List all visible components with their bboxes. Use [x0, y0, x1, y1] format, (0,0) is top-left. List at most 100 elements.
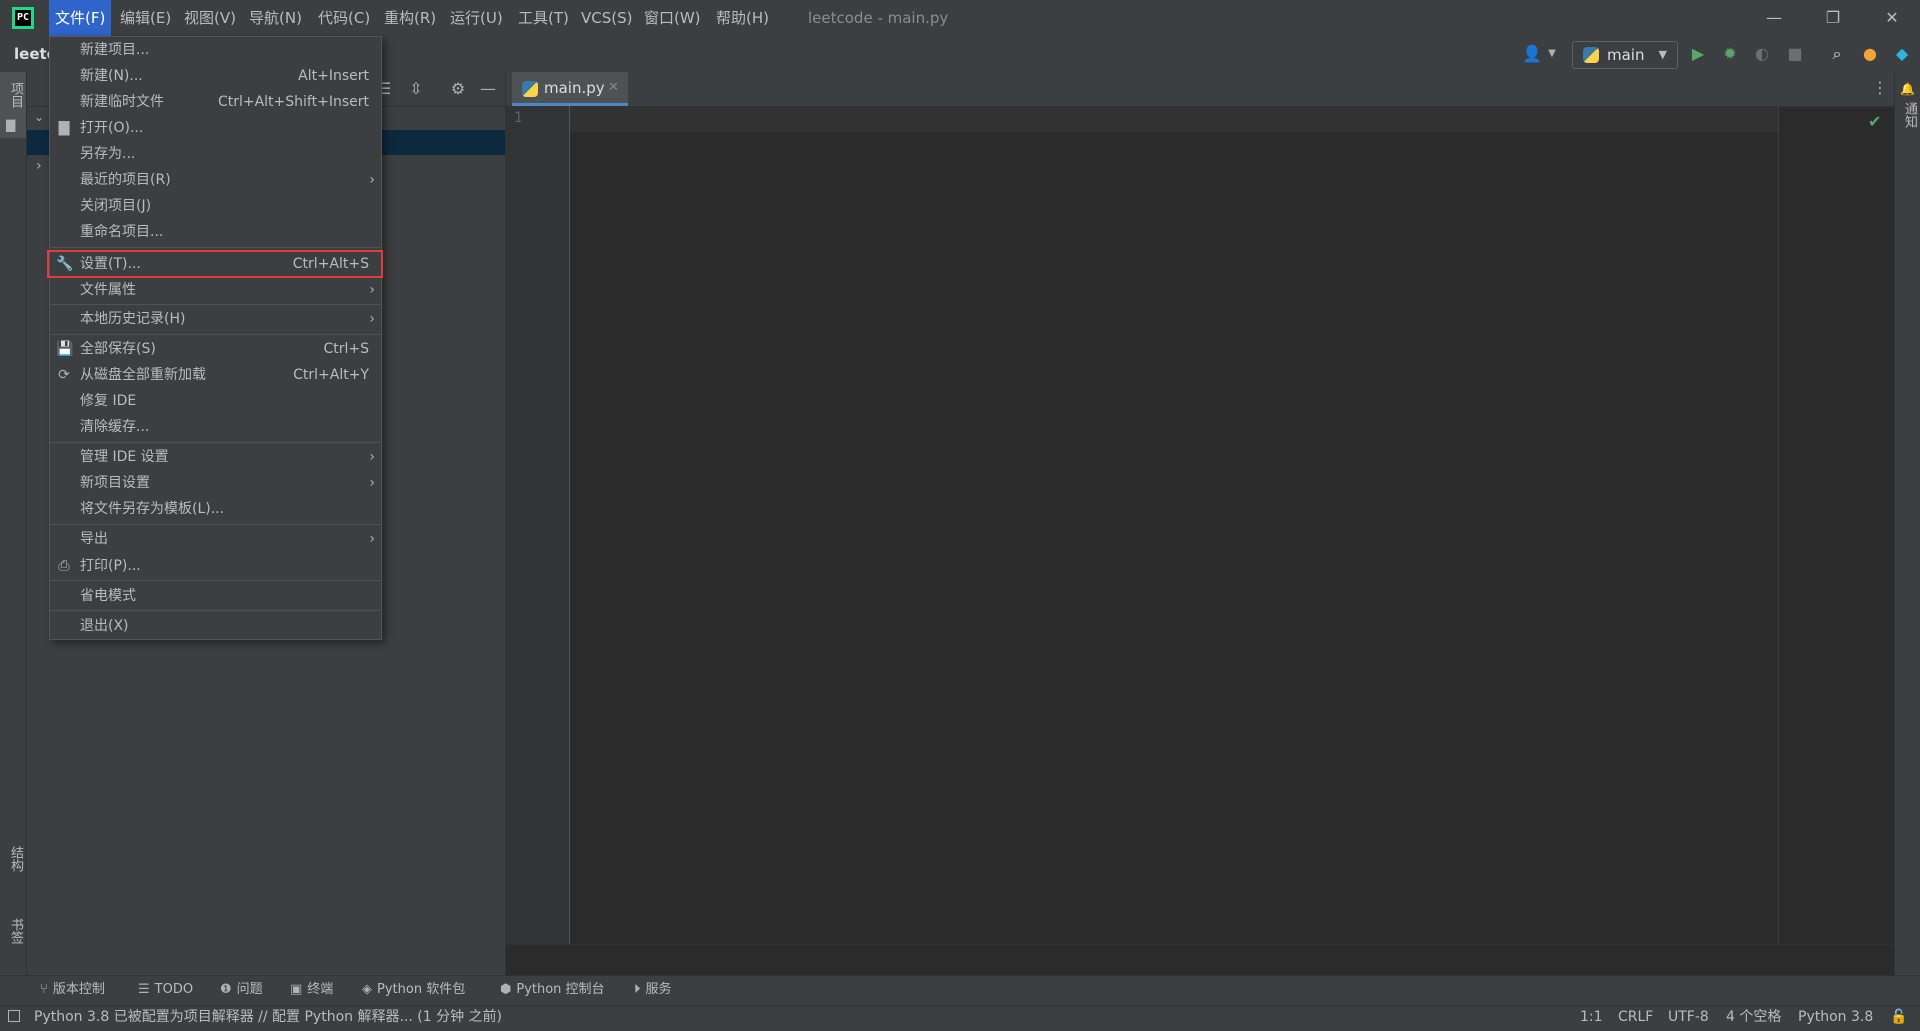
run-config-label: main	[1607, 46, 1645, 64]
folder-icon: ▇	[58, 120, 70, 136]
line-separator[interactable]: CRLF	[1618, 1005, 1653, 1030]
search-icon[interactable]: ⌕	[1825, 42, 1849, 66]
close-tab-icon[interactable]: ✕	[608, 72, 619, 104]
chevron-down-icon[interactable]: ⌄	[34, 110, 44, 124]
chevron-right-icon: ›	[369, 531, 375, 547]
file-menu-save-as-template[interactable]: 将文件另存为模板(L)...	[50, 496, 381, 522]
tool-label: 问题	[236, 982, 263, 997]
chevron-right-icon[interactable]: ›	[36, 158, 42, 174]
menu-file[interactable]: 文件(F)	[49, 0, 112, 36]
bell-icon: 🔔	[1900, 82, 1915, 96]
file-menu-save-as[interactable]: 另存为...	[50, 141, 381, 167]
pycharm-logo-icon: PC	[12, 7, 34, 29]
left-tab-structure[interactable]: 结构	[0, 842, 26, 892]
tool-version-control[interactable]: ⑂ 版本控制	[40, 975, 105, 1005]
status-message[interactable]: Python 3.8 已被配置为项目解释器 // 配置 Python 解释器..…	[34, 1005, 502, 1030]
minimize-button[interactable]: —	[1754, 0, 1794, 36]
file-menu-invalidate-caches[interactable]: 清除缓存...	[50, 414, 381, 440]
run-config-selector[interactable]: main ▼	[1572, 41, 1678, 69]
menu-window[interactable]: 窗口(W)	[638, 0, 707, 36]
tool-label: 版本控制	[52, 982, 105, 997]
right-tab-notifications[interactable]: 🔔 通知	[1896, 82, 1918, 142]
menu-item-label: 从磁盘全部重新加载	[80, 367, 206, 383]
menu-code[interactable]: 代码(C)	[312, 0, 376, 36]
left-tab-bookmarks-label: 书签	[8, 918, 23, 944]
coverage-icon[interactable]: ◐	[1750, 42, 1774, 66]
file-menu-exit[interactable]: 退出(X)	[50, 613, 381, 639]
tool-services[interactable]: ⏵ 服务	[634, 975, 672, 1005]
file-menu-recent-projects[interactable]: 最近的项目(R) ›	[50, 167, 381, 193]
toggle-tool-windows-icon[interactable]	[8, 1010, 20, 1022]
file-menu-new-project[interactable]: 新建项目...	[50, 37, 381, 63]
file-menu-print[interactable]: ⎙ 打印(P)...	[50, 553, 381, 579]
file-menu-export[interactable]: 导出 ›	[50, 526, 381, 552]
file-menu-local-history[interactable]: 本地历史记录(H) ›	[50, 306, 381, 332]
chevron-right-icon: ›	[369, 449, 375, 465]
gear-icon[interactable]: ⚙	[446, 77, 470, 101]
more-options-icon[interactable]: ⋮	[1872, 78, 1888, 97]
current-line-highlight	[570, 106, 1778, 132]
menu-item-label: 省电模式	[80, 588, 136, 604]
file-menu-new[interactable]: 新建(N)... Alt+Insert	[50, 63, 381, 89]
tool-label: Python 控制台	[516, 982, 605, 997]
inspection-ok-icon[interactable]: ✔	[1868, 112, 1881, 131]
lock-icon[interactable]: 🔓	[1890, 1005, 1907, 1030]
menu-tools[interactable]: 工具(T)	[512, 0, 575, 36]
menu-help[interactable]: 帮助(H)	[710, 0, 775, 36]
menu-item-label: 新建(N)...	[80, 68, 143, 84]
file-menu-manage-ide-settings[interactable]: 管理 IDE 设置 ›	[50, 444, 381, 470]
file-menu-file-properties[interactable]: 文件属性 ›	[50, 277, 381, 303]
chevron-down-icon[interactable]: ▼	[1540, 42, 1564, 66]
menu-item-label: 全部保存(S)	[80, 341, 156, 357]
menu-item-shortcut: Ctrl+Alt+Shift+Insert	[217, 94, 369, 110]
tool-terminal[interactable]: ▣ 终端	[290, 975, 333, 1005]
menu-separator	[50, 580, 381, 581]
menu-run[interactable]: 运行(U)	[444, 0, 509, 36]
play-circle-icon: ⏵	[634, 982, 641, 997]
caret-position[interactable]: 1:1	[1580, 1005, 1603, 1030]
stop-icon[interactable]: ■	[1783, 42, 1807, 66]
menu-vcs[interactable]: VCS(S)	[575, 0, 638, 36]
menu-separator	[50, 334, 381, 335]
file-menu-power-save-mode[interactable]: 省电模式	[50, 583, 381, 609]
code-editor-area[interactable]	[570, 132, 1894, 944]
hide-panel-icon[interactable]: —	[476, 77, 500, 101]
tool-label: 终端	[307, 982, 334, 997]
menu-separator	[50, 247, 381, 248]
file-menu-rename-project[interactable]: 重命名项目...	[50, 219, 381, 245]
file-menu-new-project-settings[interactable]: 新项目设置 ›	[50, 470, 381, 496]
indent-setting[interactable]: 4 个空格	[1726, 1005, 1781, 1030]
tool-todo[interactable]: ☰ TODO	[138, 975, 193, 1005]
file-menu-repair-ide[interactable]: 修复 IDE	[50, 388, 381, 414]
menu-refactor[interactable]: 重构(R)	[378, 0, 442, 36]
jetbrains-toolbox-icon[interactable]: ◆	[1890, 42, 1914, 66]
file-menu-save-all[interactable]: 💾 全部保存(S) Ctrl+S	[50, 336, 381, 362]
file-menu-reload-all[interactable]: ⟳ 从磁盘全部重新加载 Ctrl+Alt+Y	[50, 362, 381, 388]
debug-icon[interactable]: ✹	[1718, 42, 1742, 66]
update-icon[interactable]: ●	[1858, 42, 1882, 66]
tool-python-console[interactable]: ⬢ Python 控制台	[500, 975, 605, 1005]
restore-button[interactable]: ❐	[1813, 0, 1853, 36]
run-icon[interactable]: ▶	[1686, 42, 1710, 66]
editor-tab-main-py[interactable]: main.py ✕	[512, 72, 628, 106]
left-tab-bookmarks[interactable]: 书签	[0, 914, 26, 964]
menu-edit[interactable]: 编辑(E)	[114, 0, 177, 36]
menu-item-label: 管理 IDE 设置	[80, 449, 169, 465]
python-interpreter[interactable]: Python 3.8	[1798, 1005, 1873, 1030]
menu-item-label: 新建项目...	[80, 42, 150, 58]
left-tab-project[interactable]: 项目 ▇	[0, 72, 26, 138]
collapse-all-icon[interactable]: ⇳	[404, 77, 428, 101]
menu-navigate[interactable]: 导航(N)	[243, 0, 308, 36]
file-menu-close-project[interactable]: 关闭项目(J)	[50, 193, 381, 219]
tool-python-packages[interactable]: ◈ Python 软件包	[362, 975, 465, 1005]
file-encoding[interactable]: UTF-8	[1668, 1005, 1709, 1030]
file-menu-new-scratch[interactable]: 新建临时文件 Ctrl+Alt+Shift+Insert	[50, 89, 381, 115]
tool-label: 服务	[645, 982, 672, 997]
menu-item-label: 本地历史记录(H)	[80, 311, 186, 327]
tool-problems[interactable]: ❶ 问题	[220, 975, 263, 1005]
close-button[interactable]: ✕	[1872, 0, 1912, 36]
file-menu-open[interactable]: ▇ 打开(O)...	[50, 115, 381, 141]
folder-icon: ▇	[6, 118, 16, 132]
menu-item-shortcut: Alt+Insert	[298, 68, 369, 84]
menu-view[interactable]: 视图(V)	[178, 0, 242, 36]
